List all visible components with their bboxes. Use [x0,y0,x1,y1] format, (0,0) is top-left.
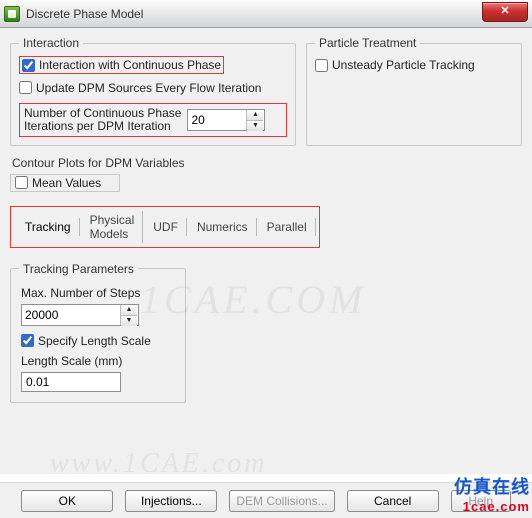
interaction-legend: Interaction [19,36,83,50]
ok-button[interactable]: OK [21,490,113,512]
interaction-group: Interaction Interaction with Continuous … [10,36,296,146]
length-scale-label: Length Scale (mm) [21,354,175,368]
spin-up-icon[interactable]: ▲ [121,305,137,316]
button-bar: OK Injections... DEM Collisions... Cance… [0,482,532,518]
specify-length-scale-checkbox[interactable] [21,334,34,347]
unsteady-tracking-row: Unsteady Particle Tracking [315,56,513,74]
length-scale-input[interactable] [21,372,121,392]
tracking-parameters-group: Tracking Parameters Max. Number of Steps… [10,262,186,403]
mean-values-label: Mean Values [32,176,101,190]
dpm-iterations-spinner: ▲ ▼ [187,109,265,131]
window-title: Discrete Phase Model [26,7,143,21]
spin-down-icon[interactable]: ▼ [247,121,263,131]
dpm-iterations-label: Number of Continuous Phase Iterations pe… [24,107,181,133]
tracking-parameters-legend: Tracking Parameters [19,262,138,276]
mean-values-row: Mean Values [10,174,120,192]
brand-en: 1cae.com [454,499,530,514]
unsteady-tracking-checkbox[interactable] [315,59,328,72]
cancel-button[interactable]: Cancel [347,490,439,512]
interaction-continuous-phase-label: Interaction with Continuous Phase [39,58,221,72]
max-steps-label: Max. Number of Steps [21,286,175,300]
tab-tracking[interactable]: Tracking [17,218,80,236]
tab-udf[interactable]: UDF [145,218,187,236]
tab-physical-models[interactable]: Physical Models [82,211,144,243]
brand-cn: 仿真在线 [454,477,530,497]
particle-treatment-legend: Particle Treatment [315,36,420,50]
watermark-small: www.1CAE.com [50,448,267,480]
brand-overlay: 仿真在线 1cae.com [454,473,530,514]
dpm-iterations-input[interactable] [188,110,246,130]
dpm-iterations-row: Number of Continuous Phase Iterations pe… [19,103,287,137]
app-icon [4,6,20,22]
dem-collisions-button[interactable]: DEM Collisions... [229,490,334,512]
contour-legend: Contour Plots for DPM Variables [12,156,522,170]
update-dpm-checkbox[interactable] [19,81,32,94]
injections-button[interactable]: Injections... [125,490,217,512]
particle-treatment-group: Particle Treatment Unsteady Particle Tra… [306,36,522,146]
interaction-continuous-phase-row: Interaction with Continuous Phase [19,56,224,74]
tab-parallel[interactable]: Parallel [259,218,316,236]
spin-down-icon[interactable]: ▼ [121,316,137,326]
max-steps-input[interactable] [22,305,120,325]
title-bar: Discrete Phase Model ✕ [0,0,532,28]
tab-bar: Tracking Physical Models UDF Numerics Pa… [10,206,320,248]
spin-up-icon[interactable]: ▲ [247,110,263,121]
tab-numerics[interactable]: Numerics [189,218,257,236]
specify-length-scale-label: Specify Length Scale [38,334,151,348]
max-steps-spinner: ▲ ▼ [21,304,139,326]
mean-values-checkbox[interactable] [15,176,28,189]
dialog-body: Interaction Interaction with Continuous … [0,28,532,474]
update-dpm-label: Update DPM Sources Every Flow Iteration [36,81,261,95]
unsteady-tracking-label: Unsteady Particle Tracking [332,58,475,72]
update-dpm-row: Update DPM Sources Every Flow Iteration [19,79,287,97]
interaction-continuous-phase-checkbox[interactable] [22,59,35,72]
close-button[interactable]: ✕ [482,2,528,22]
